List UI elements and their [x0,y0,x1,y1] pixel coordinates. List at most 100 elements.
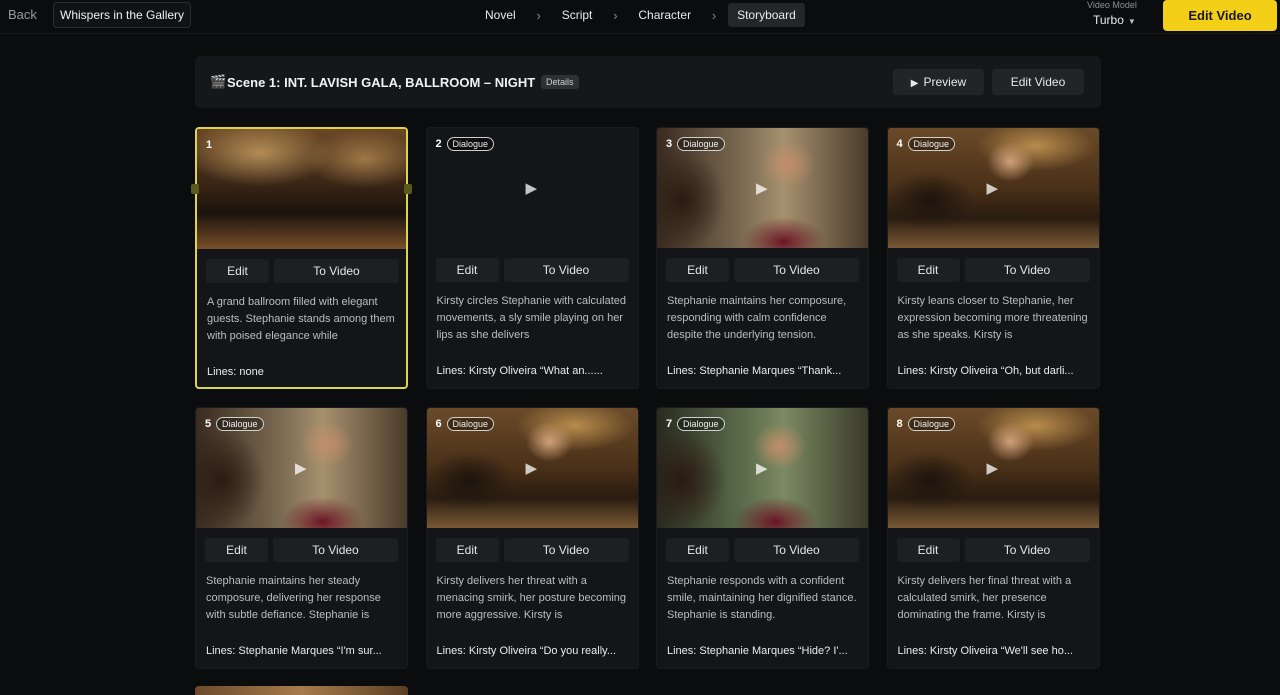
video-model-selector: Video Model Turbo ▼ [1087,0,1147,27]
storyboard-card[interactable]: 2 Dialogue ▶ Edit To Video Kirsty circles Ste… [425,127,639,389]
shot-thumbnail[interactable]: 1 [197,129,406,249]
shot-lines: Lines: Kirsty Oliveira “Do you really... [436,645,617,657]
dialogue-badge: Dialogue [907,417,956,431]
chevron-right-icon: › [711,7,717,23]
shot-number: 8 [896,418,903,430]
shot-description: Stephanie maintains her steady composure… [206,575,381,621]
shot-thumbnail[interactable]: 8 Dialogue ▶ [887,408,1099,528]
play-icon[interactable]: ▶ [756,179,768,197]
shot-lines: Lines: Stephanie Marques “Thank... [667,365,842,377]
play-icon[interactable]: ▶ [526,459,538,477]
edit-shot-button[interactable]: Edit [435,258,499,282]
storyboard-card[interactable]: 3 Dialogue ▶ Edit To Video Stephanie maintain… [656,127,869,389]
scene-edit-video-button[interactable]: Edit Video [992,69,1084,95]
shot-lines: Lines: none [207,366,264,378]
scene-header: 🎬 Scene 1: INT. LAVISH GALA, BALLROOM – … [195,56,1101,108]
shot-thumbnail[interactable]: 3 Dialogue ▶ [657,128,868,248]
edit-shot-button[interactable]: Edit [205,538,268,562]
storyboard-card[interactable]: 5 Dialogue ▶ Edit To Video Stephanie maintain… [195,407,408,669]
preview-button[interactable]: ▶ Preview [893,69,984,95]
play-icon[interactable]: ▶ [987,179,999,197]
play-icon[interactable]: ▶ [756,459,768,477]
shot-thumbnail[interactable]: 6 Dialogue ▶ [426,408,638,528]
card-actions: Edit To Video [666,258,859,282]
to-video-button[interactable]: To Video [503,258,629,282]
shot-description: Kirsty delivers her final threat with a … [897,575,1072,621]
dialogue-badge: Dialogue [677,137,725,151]
storyboard-card[interactable]: 4 Dialogue ▶ Edit To Video Kirsty leans close… [886,127,1100,389]
shot-description: Kirsty circles Stephanie with calculated… [436,295,627,341]
edit-shot-button[interactable]: Edit [896,258,960,282]
shot-number: 3 [666,138,673,150]
shot-lines: Lines: Stephanie Marques “Hide? I'... [667,645,848,657]
shot-number: 7 [666,418,673,430]
card-actions: Edit To Video [206,259,399,283]
shot-thumbnail[interactable]: 2 Dialogue ▶ [426,128,638,248]
shot-description: Kirsty delivers her threat with a menaci… [436,575,627,621]
clapperboard-icon: 🎬 [210,74,227,89]
to-video-button[interactable]: To Video [274,259,399,283]
shot-thumbnail[interactable] [195,686,408,695]
storyboard-card[interactable]: 6 Dialogue ▶ Edit To Video Kirsty delivers he… [425,407,639,669]
shot-thumbnail[interactable]: 4 Dialogue ▶ [887,128,1099,248]
scene-title: Scene 1: INT. LAVISH GALA, BALLROOM – NI… [227,75,536,90]
caret-down-icon: ▼ [1127,17,1136,26]
shot-number: 4 [896,138,903,150]
card-actions: Edit To Video [435,538,629,562]
card-actions: Edit To Video [666,538,859,562]
storyboard-card[interactable]: 1 Edit To Video A grand ballroom filled wit… [191,127,412,389]
storyboard-card[interactable]: 8 Dialogue ▶ Edit To Video Kirsty delivers he… [886,407,1100,669]
step-storyboard[interactable]: Storyboard [728,3,805,27]
storyboard-card[interactable]: 7 Dialogue ▶ Edit To Video Stephanie responds… [656,407,869,669]
video-model-dropdown[interactable]: Turbo ▼ [1093,13,1147,27]
edit-shot-button[interactable]: Edit [435,538,499,562]
shot-description: A grand ballroom filled with elegant gue… [207,296,395,342]
shot-description: Kirsty leans closer to Stephanie, her ex… [897,295,1088,341]
shot-description: Stephanie responds with a confident smil… [667,575,857,621]
dialogue-badge: Dialogue [677,417,725,431]
shot-number: 5 [205,418,212,430]
preview-label: Preview [923,75,967,89]
card-actions: Edit To Video [896,258,1090,282]
to-video-button[interactable]: To Video [503,538,629,562]
edit-shot-button[interactable]: Edit [666,258,729,282]
top-bar: Back Whispers in the Gallery Novel › Scr… [0,0,1280,34]
drag-handle-left[interactable] [191,184,199,194]
shot-description: Stephanie maintains her composure, respo… [667,295,847,341]
details-button[interactable]: Details [541,75,579,89]
card-actions: Edit To Video [896,538,1090,562]
shot-lines: Lines: Kirsty Oliveira “What an...... [436,365,603,377]
play-icon[interactable]: ▶ [987,459,999,477]
project-title[interactable]: Whispers in the Gallery [53,2,192,28]
dialogue-badge: Dialogue [216,417,264,431]
to-video-button[interactable]: To Video [273,538,398,562]
edit-shot-button[interactable]: Edit [896,538,960,562]
play-icon: ▶ [910,78,919,89]
video-model-label: Video Model [1087,0,1137,10]
drag-handle-right[interactable] [404,184,412,194]
edit-video-button[interactable]: Edit Video [1163,0,1277,31]
shot-thumbnail[interactable]: 7 Dialogue ▶ [657,408,868,528]
play-icon[interactable]: ▶ [526,179,538,197]
shot-lines: Lines: Stephanie Marques “I'm sur... [206,645,382,657]
back-button[interactable]: Back [8,7,37,22]
to-video-button[interactable]: To Video [734,258,859,282]
to-video-button[interactable]: To Video [734,538,859,562]
dialogue-badge: Dialogue [446,417,495,431]
to-video-button[interactable]: To Video [964,538,1090,562]
to-video-button[interactable]: To Video [964,258,1090,282]
step-script[interactable]: Script [553,3,602,27]
step-novel[interactable]: Novel [476,3,525,27]
shot-lines: Lines: Kirsty Oliveira “We'll see ho... [897,645,1074,657]
shot-thumbnail[interactable]: 5 Dialogue ▶ [196,408,407,528]
chevron-right-icon: › [536,7,541,23]
shot-number: 2 [435,138,442,150]
edit-shot-button[interactable]: Edit [666,538,729,562]
shot-lines: Lines: Kirsty Oliveira “Oh, but darli... [897,365,1074,377]
workflow-steps: Novel › Script › Character › Storyboard [476,3,805,27]
step-character[interactable]: Character [629,3,700,27]
video-model-value: Turbo [1093,13,1124,27]
edit-shot-button[interactable]: Edit [206,259,269,283]
play-icon[interactable]: ▶ [295,459,307,477]
chevron-right-icon: › [613,7,618,23]
